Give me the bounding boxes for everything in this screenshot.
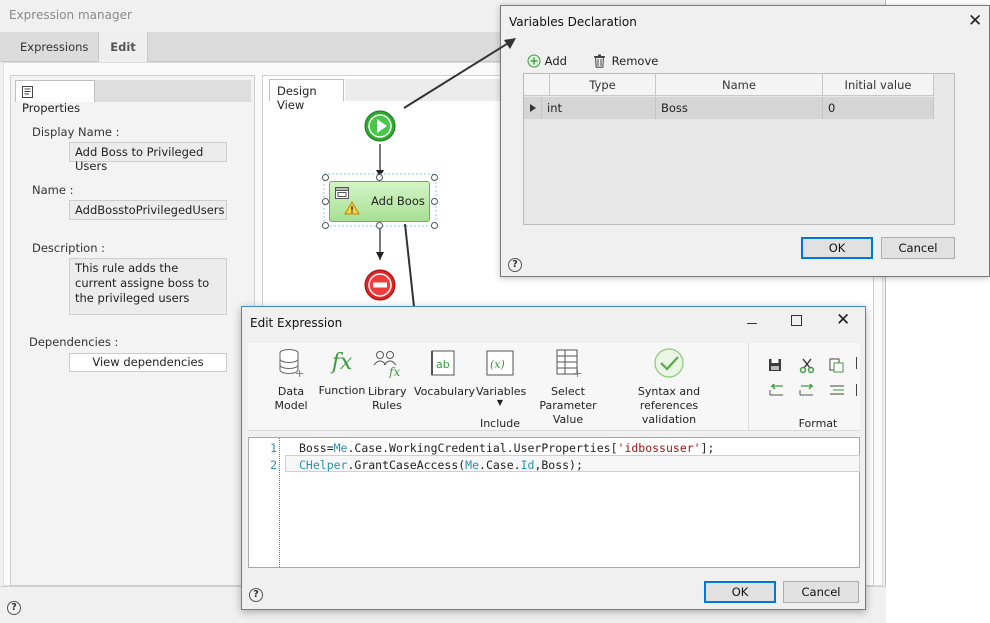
cut-icon[interactable] [799, 357, 815, 376]
svg-text:+: + [295, 367, 304, 378]
close-icon[interactable]: ✕ [836, 312, 850, 329]
ribbon: + Data Model fx Function fx Library Rule… [248, 343, 860, 431]
svg-text:fx: fx [388, 365, 400, 378]
clipped-icon [856, 384, 860, 396]
validation-check-icon [614, 348, 724, 382]
code-line[interactable]: CHelper.GrantCaseAccess(Me.Case.Id,Boss)… [299, 458, 583, 472]
save-icon[interactable] [768, 358, 782, 375]
vocabulary-icon: ab [414, 348, 472, 382]
variables-icon: (x) [476, 348, 524, 382]
function-icon: fx [331, 350, 353, 375]
database-icon: + [272, 348, 310, 382]
code-editor[interactable]: 1 Boss=Me.Case.WorkingCredential.UserPro… [248, 437, 860, 568]
vocabulary-button[interactable]: ab Vocabulary [414, 348, 475, 399]
edit-expression-dialog: Edit Expression ✕ + Data Model fx Functi… [241, 306, 866, 610]
comment-lines-icon[interactable] [829, 384, 845, 399]
syntax-validation-button[interactable]: Syntax and references validation [614, 348, 724, 427]
library-rules-button[interactable]: fx Library Rules [368, 348, 406, 413]
indent-icon[interactable] [799, 382, 815, 399]
help-icon[interactable]: ? [249, 588, 263, 602]
clipped-icon [856, 357, 860, 369]
select-parameter-value-button[interactable]: + Select Parameter Value [526, 348, 610, 427]
cancel-button[interactable]: Cancel [783, 581, 859, 603]
line-number: 1 [270, 441, 277, 455]
editor-gutter [279, 438, 280, 567]
dropdown-arrow-icon: ▼ [496, 398, 504, 407]
paste-icon[interactable] [829, 357, 844, 376]
svg-text:+: + [573, 367, 582, 378]
line-number: 2 [270, 458, 277, 472]
maximize-icon[interactable] [791, 315, 802, 326]
library-rules-icon: fx [368, 348, 406, 382]
format-group-label: Format [798, 417, 838, 430]
parameter-table-icon: + [526, 348, 610, 382]
variables-button[interactable]: (x) Variables ▼ [476, 348, 526, 407]
outdent-icon[interactable] [769, 382, 785, 399]
ribbon-divider [748, 343, 749, 431]
svg-text:ab: ab [436, 358, 450, 371]
function-button[interactable]: fx Function [318, 348, 366, 398]
ok-button[interactable]: OK [704, 581, 776, 603]
code-line[interactable]: Boss=Me.Case.WorkingCredential.UserPrope… [299, 441, 714, 455]
include-group-label: Include [479, 417, 521, 430]
dialog-title: Edit Expression [250, 316, 343, 330]
svg-text:(x): (x) [490, 358, 505, 371]
minimize-icon[interactable] [747, 323, 757, 324]
data-model-button[interactable]: + Data Model [272, 348, 310, 413]
